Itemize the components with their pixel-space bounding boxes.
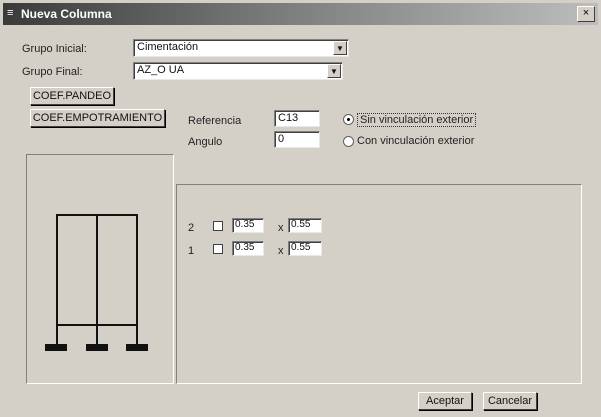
footing-center (86, 344, 108, 351)
con-vinculacion-radio[interactable] (343, 136, 354, 147)
angulo-label: Angulo (188, 136, 223, 148)
referencia-input[interactable]: C13 (274, 110, 320, 127)
planta-number: 2 (188, 222, 195, 234)
frame-diagram (45, 214, 148, 351)
footing-right (126, 344, 148, 351)
dim-b-input[interactable]: 0.55 (288, 241, 322, 256)
aceptar-button[interactable]: Aceptar (418, 392, 472, 410)
nueva-columna-dialog: ≡ Nueva Columna × Grupo Inicial: Cimenta… (0, 0, 601, 417)
close-button[interactable]: × (577, 6, 595, 22)
times-label: x (278, 245, 284, 257)
cancelar-button[interactable]: Cancelar (483, 392, 537, 410)
coef-empotramiento-button[interactable]: COEF.EMPOTRAMIENTO (30, 109, 165, 127)
grupo-final-select[interactable]: AZ_O UA ▼ (133, 62, 343, 80)
dim-a-input[interactable]: 0.35 (232, 241, 264, 256)
dim-a-input[interactable]: 0.35 (232, 218, 264, 233)
grupo-final-label: Grupo Final: (22, 66, 83, 78)
referencia-label: Referencia (188, 115, 242, 127)
sin-vinculacion-radio[interactable] (343, 114, 354, 125)
chevron-down-icon[interactable]: ▼ (327, 64, 341, 78)
times-label: x (278, 222, 284, 234)
dimensions-panel: 2 0.35 x 0.55 1 0.35 x 0.55 (176, 184, 582, 384)
footing-left (45, 344, 67, 351)
column-preview-panel (26, 154, 174, 384)
coef-pandeo-button[interactable]: COEF.PANDEO (30, 87, 114, 105)
angulo-input[interactable]: 0 (274, 131, 320, 148)
planta-number: 1 (188, 245, 195, 257)
grupo-inicial-select[interactable]: Cimentación ▼ (133, 39, 349, 57)
con-vinculacion-label[interactable]: Con vinculación exterior (357, 135, 474, 147)
planta-checkbox[interactable] (213, 244, 223, 254)
sin-vinculacion-label[interactable]: Sin vinculación exterior (357, 113, 477, 127)
chevron-down-icon[interactable]: ▼ (333, 41, 347, 55)
grupo-inicial-label: Grupo Inicial: (22, 43, 87, 55)
grupo-inicial-value: Cimentación (137, 41, 199, 53)
menu-icon[interactable]: ≡ (7, 8, 17, 19)
grupo-final-value: AZ_O UA (137, 64, 185, 76)
title-bar[interactable]: ≡ Nueva Columna × (3, 3, 598, 25)
window-title: Nueva Columna (21, 7, 112, 21)
planta-checkbox[interactable] (213, 221, 223, 231)
dim-b-input[interactable]: 0.55 (288, 218, 322, 233)
